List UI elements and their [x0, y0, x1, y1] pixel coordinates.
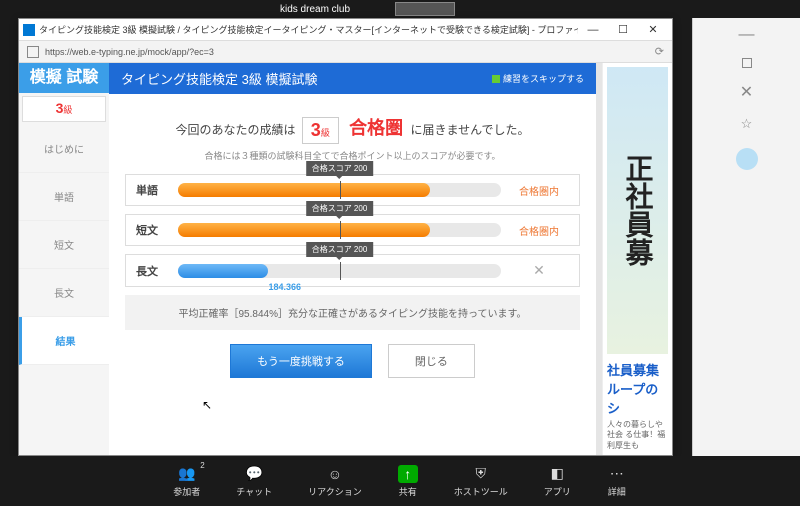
edge-icon — [23, 24, 35, 36]
ad-image: 正社員募 — [607, 67, 668, 354]
sidebar-item-0[interactable]: はじめに — [19, 125, 109, 173]
badge: 2 — [200, 461, 204, 470]
panel-maximize-icon[interactable] — [742, 58, 752, 68]
zoom-item-label: リアクション — [308, 485, 362, 498]
sidebar-item-4[interactable]: 結果 — [19, 317, 109, 365]
score-row-2: 長文合格スコア 200184.366 ✕ — [125, 254, 580, 287]
zoom-item-label: ホストツール — [454, 485, 508, 498]
zoom-meeting-header: kids dream club — [0, 0, 800, 18]
page-title: タイピング技能検定 3級 模擬試験 — [121, 69, 317, 88]
sidebar-item-3[interactable]: 長文 — [19, 269, 109, 317]
zoom-item-label: 参加者 — [173, 485, 200, 498]
skip-icon — [492, 75, 500, 83]
zoom-chat-button[interactable]: 💬 チャット — [236, 465, 272, 498]
url-actions: ⟳ — [655, 45, 664, 58]
share-icon: ↑ — [398, 465, 418, 483]
zoom-toolbar: 👥2 参加者 💬 チャット ☺ リアクション ↑ 共有 ⛨ ホストツール ◧ アプリ ⋯ 詳細 — [0, 456, 800, 506]
score-status: ✕ — [509, 262, 569, 279]
browser-window: タイピング技能検定 3級 模擬試験 / タイピング技能検定イータイピング・マスタ… — [18, 18, 673, 456]
zoom-more-button[interactable]: ⋯ 詳細 — [607, 465, 627, 498]
accuracy-summary: 平均正確率［95.844%］充分な正確さがあるタイピング技能を持っています。 — [125, 295, 580, 330]
panel-minimize-icon[interactable]: — — [739, 26, 755, 44]
os-side-panel: — ✕ ☆ — [692, 18, 800, 456]
window-title: タイピング技能検定 3級 模擬試験 / タイピング技能検定イータイピング・マスタ… — [39, 23, 578, 36]
profile-avatar[interactable] — [736, 148, 758, 170]
app-logo: 模擬 試験 — [19, 63, 109, 93]
app-sidebar: 模擬 試験 3級 はじめに単語短文長文結果 — [19, 63, 109, 455]
minimize-button[interactable]: — — [578, 20, 608, 40]
score-label: 短文 — [136, 222, 170, 238]
sidebar-item-1[interactable]: 単語 — [19, 173, 109, 221]
lock-icon — [27, 46, 39, 58]
video-thumbnail[interactable] — [395, 2, 455, 16]
level-badge-inline: 3級 — [302, 117, 339, 144]
score-label: 単語 — [136, 182, 170, 198]
zoom-share-button[interactable]: ↑ 共有 — [398, 465, 418, 498]
score-bar: 合格スコア 200184.366 — [178, 264, 501, 278]
close-button[interactable]: 閉じる — [388, 344, 475, 378]
score-label: 長文 — [136, 263, 170, 279]
address-bar[interactable]: https://web.e-typing.ne.jp/mock/app/?ec=… — [19, 41, 672, 63]
retry-button[interactable]: もう一度挑戦する — [230, 344, 372, 378]
pass-marker: 合格スコア 200 — [306, 201, 374, 216]
panel-close-icon[interactable]: ✕ — [740, 82, 753, 102]
level-badge: 3級 — [22, 96, 106, 122]
apps-icon: ◧ — [547, 465, 567, 483]
zoom-item-label: 共有 — [399, 485, 417, 498]
url-text: https://web.e-typing.ne.jp/mock/app/?ec=… — [45, 47, 655, 57]
zoom-item-label: アプリ — [544, 485, 571, 498]
score-status: 合格圏内 — [509, 183, 569, 198]
zoom-item-label: チャット — [236, 485, 272, 498]
close-window-button[interactable]: ✕ — [638, 20, 668, 40]
skip-button[interactable]: 練習をスキップする — [492, 72, 584, 85]
app-header: タイピング技能検定 3級 模擬試験 練習をスキップする — [109, 63, 596, 94]
ad-sidebar[interactable]: 正社員募 社員募集 ループのシ 人々の暮らしや社会 る仕事！福利厚生も — [602, 63, 672, 455]
zoom-item-label: 詳細 — [608, 485, 626, 498]
participants-icon: 👥2 — [177, 465, 197, 483]
more-icon: ⋯ — [607, 465, 627, 483]
ad-headline-1: 社員募集 — [607, 360, 668, 379]
zoom-participants-button[interactable]: 👥2 参加者 — [173, 465, 200, 498]
pass-marker: 合格スコア 200 — [306, 242, 374, 257]
score-status: 合格圏内 — [509, 223, 569, 238]
pass-marker: 合格スコア 200 — [306, 161, 374, 176]
chat-icon: 💬 — [244, 465, 264, 483]
score-bar: 合格スコア 200 — [178, 183, 501, 197]
result-summary: 今回のあなたの成績は 3級 合格圏 に届きませんでした。 — [125, 114, 580, 144]
window-titlebar: タイピング技能検定 3級 模擬試験 / タイピング技能検定イータイピング・マスタ… — [19, 19, 672, 41]
maximize-button[interactable]: ☐ — [608, 20, 638, 40]
reactions-icon: ☺ — [325, 465, 345, 483]
ad-description: 人々の暮らしや社会 る仕事！福利厚生も — [607, 420, 668, 451]
sidebar-item-2[interactable]: 短文 — [19, 221, 109, 269]
sync-icon[interactable]: ⟳ — [655, 45, 664, 58]
zoom-apps-button[interactable]: ◧ アプリ — [544, 465, 571, 498]
score-bar: 合格スコア 200 — [178, 223, 501, 237]
meeting-name: kids dream club — [280, 4, 350, 15]
zoom-host-button[interactable]: ⛨ ホストツール — [454, 465, 508, 498]
zoom-reactions-button[interactable]: ☺ リアクション — [308, 465, 362, 498]
host-icon: ⛨ — [471, 465, 491, 483]
favorite-icon[interactable]: ☆ — [741, 116, 753, 132]
score-value: 184.366 — [268, 282, 301, 292]
ad-headline-2: ループのシ — [607, 379, 668, 417]
